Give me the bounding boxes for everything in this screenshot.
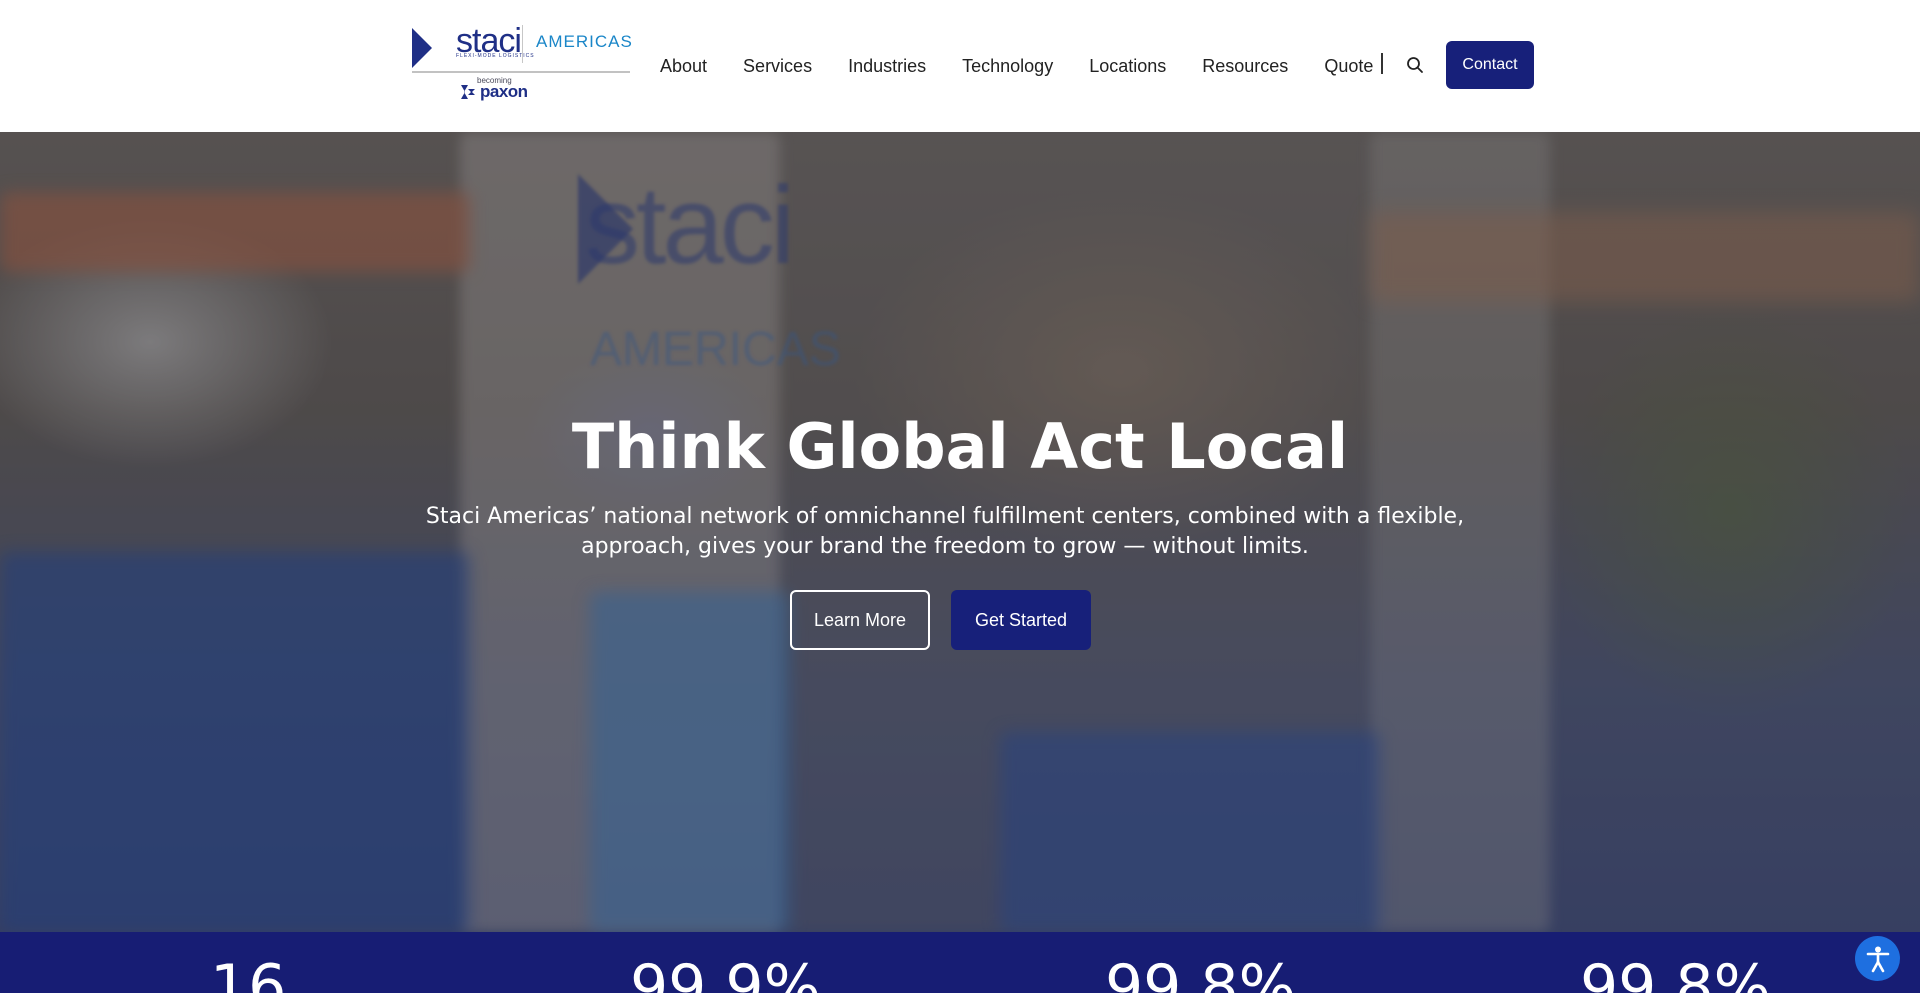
accessibility-button[interactable] <box>1855 936 1900 981</box>
get-started-button[interactable]: Get Started <box>951 590 1091 650</box>
hero-title: Think Global Act Local <box>571 410 1349 483</box>
stat-value: 99.8% <box>1580 952 1771 993</box>
nav-divider <box>1381 53 1383 74</box>
logo-region: AMERICAS <box>536 32 633 51</box>
staci-americas-logo[interactable]: staci FLEXI-MODE LOGISTICS AMERICAS beco… <box>412 22 633 106</box>
logo-parent-brand: paxon <box>480 82 528 101</box>
nav-item-quote[interactable]: Quote <box>1324 56 1373 77</box>
hero-section: staci AMERICAS Think Global Act Local St… <box>0 132 1920 932</box>
contact-button[interactable]: Contact <box>1446 41 1534 89</box>
stats-strip: 16 99.9% 99.8% 99.8% <box>0 932 1920 993</box>
hero-subtitle: Staci Americas’ national network of omni… <box>425 504 1465 559</box>
paxon-logo-icon <box>461 85 475 99</box>
learn-more-button[interactable]: Learn More <box>790 590 930 650</box>
staci-logo-mark-icon <box>412 28 432 68</box>
stat-value: 99.8% <box>1105 952 1296 993</box>
nav-item-technology[interactable]: Technology <box>962 56 1053 77</box>
logo-rule <box>412 71 630 73</box>
nav-item-resources[interactable]: Resources <box>1202 56 1288 77</box>
logo-divider <box>522 25 523 63</box>
search-icon[interactable] <box>1406 56 1424 74</box>
main-nav: About Services Industries Technology Loc… <box>660 56 1373 77</box>
stat-value: 16 <box>210 952 287 993</box>
nav-item-services[interactable]: Services <box>743 56 812 77</box>
site-header: staci FLEXI-MODE LOGISTICS AMERICAS beco… <box>0 0 1920 132</box>
nav-item-locations[interactable]: Locations <box>1089 56 1166 77</box>
nav-item-about[interactable]: About <box>660 56 707 77</box>
nav-item-industries[interactable]: Industries <box>848 56 926 77</box>
accessibility-icon <box>1866 946 1889 972</box>
stat-value: 99.9% <box>630 952 821 993</box>
